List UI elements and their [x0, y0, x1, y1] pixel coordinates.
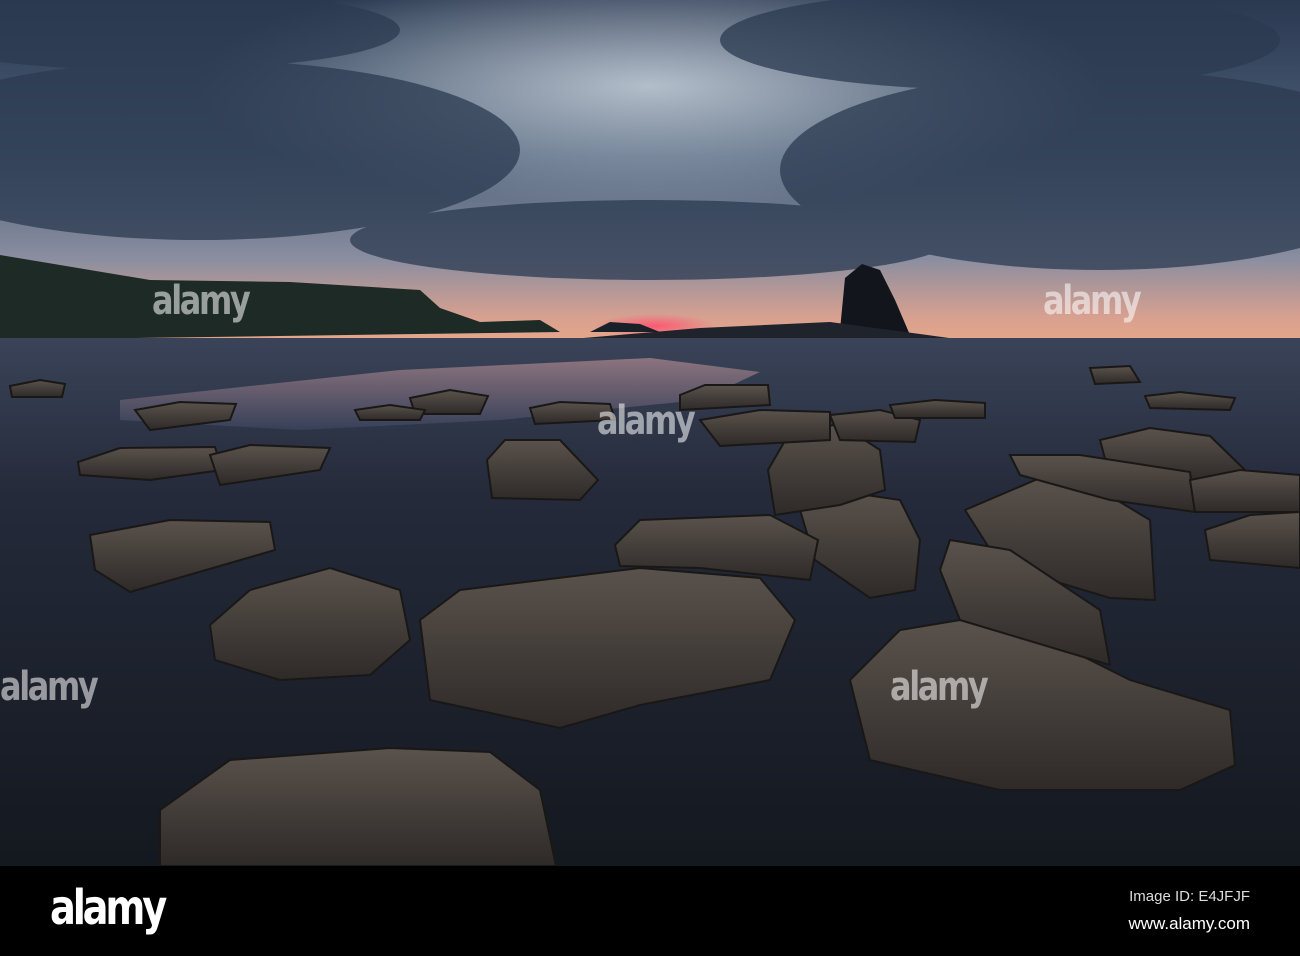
footer-bar: alamy Image ID: E4JFJF www.alamy.com — [0, 866, 1300, 956]
website-link: www.alamy.com — [1128, 914, 1250, 933]
watermark: alamy — [152, 278, 251, 324]
watermark: alamy — [890, 664, 989, 710]
photo: alamy alamy alamy alamy alamy alamy Imag… — [0, 0, 1300, 956]
watermark: alamy — [1043, 278, 1142, 324]
image-id: Image ID: E4JFJF — [1129, 888, 1250, 905]
watermark: alamy — [0, 664, 99, 710]
watermark: alamy — [597, 398, 696, 444]
alamy-logo: alamy — [50, 880, 167, 936]
